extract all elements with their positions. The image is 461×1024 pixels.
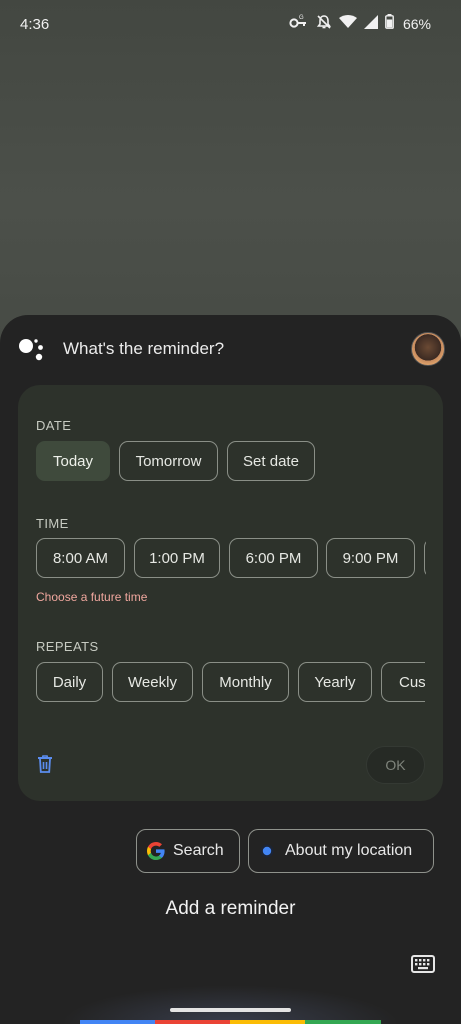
status-bar: 4:36 G 66% — [0, 0, 461, 48]
assistant-prompt: What's the reminder? — [63, 339, 225, 358]
repeat-chip-monthly[interactable]: Monthly — [202, 662, 289, 702]
status-time: 4:36 — [20, 16, 50, 33]
delete-icon[interactable] — [37, 755, 53, 773]
google-g-icon — [147, 842, 165, 860]
repeat-chip-yearly[interactable]: Yearly — [298, 662, 372, 702]
notifications-off-icon — [316, 14, 332, 35]
svg-text:G: G — [299, 15, 304, 21]
date-chip-set-date[interactable]: Set date — [227, 441, 315, 481]
assistant-logo-icon — [18, 337, 46, 361]
repeat-chips-overflow: Custom — [381, 662, 425, 703]
key-icon: G — [289, 14, 309, 35]
ok-button[interactable]: OK — [366, 746, 425, 784]
repeat-chip-custom[interactable]: Custom — [381, 662, 425, 702]
battery-percent: 66% — [402, 16, 431, 32]
google-bar-blue — [80, 1020, 155, 1024]
time-section-label: TIME — [36, 516, 69, 531]
time-chip-1pm[interactable]: 1:00 PM — [134, 538, 220, 578]
google-bar-green — [305, 1020, 381, 1024]
date-section-label: DATE — [36, 418, 72, 433]
search-suggestion-button[interactable]: Search — [136, 829, 240, 873]
wallpaper — [0, 0, 461, 340]
location-suggestion-label: About my location — [285, 842, 413, 859]
date-chip-today[interactable]: Today — [36, 441, 110, 481]
signal-icon — [363, 14, 378, 34]
transcript-text: Add a reminder — [165, 898, 296, 919]
location-dot-icon — [260, 844, 274, 858]
wifi-icon — [338, 14, 357, 34]
google-bar-yellow — [230, 1020, 305, 1024]
status-icons: G 66% — [289, 14, 431, 34]
time-chips-overflow — [424, 538, 426, 579]
keyboard-icon[interactable] — [411, 955, 435, 973]
google-bar-red — [155, 1020, 230, 1024]
home-indicator[interactable] — [170, 1008, 291, 1012]
repeats-section-label: REPEATS — [36, 639, 99, 654]
location-suggestion-button[interactable]: About my location — [248, 829, 434, 873]
time-chip-6pm[interactable]: 6:00 PM — [229, 538, 318, 578]
assistant-glow — [60, 985, 400, 1024]
time-chip-more[interactable] — [424, 538, 426, 578]
date-chip-tomorrow[interactable]: Tomorrow — [119, 441, 218, 481]
search-suggestion-label: Search — [173, 842, 224, 859]
battery-icon — [385, 14, 394, 34]
time-chip-9pm[interactable]: 9:00 PM — [326, 538, 415, 578]
time-chip-8am[interactable]: 8:00 AM — [36, 538, 125, 578]
repeat-chip-weekly[interactable]: Weekly — [112, 662, 193, 702]
avatar[interactable] — [411, 332, 445, 366]
time-error-text: Choose a future time — [36, 590, 148, 604]
repeat-chip-daily[interactable]: Daily — [36, 662, 103, 702]
